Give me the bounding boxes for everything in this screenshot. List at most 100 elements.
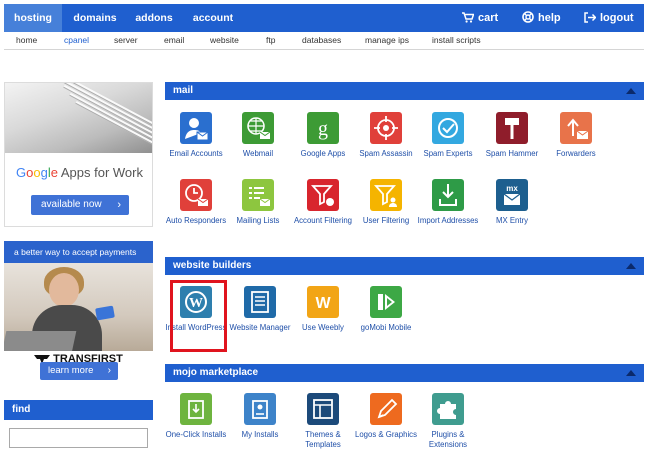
crosshair-icon bbox=[370, 112, 402, 144]
google-logo: Google bbox=[16, 165, 58, 180]
nav-hosting[interactable]: hosting bbox=[4, 4, 62, 32]
paper-stack-image bbox=[5, 83, 152, 160]
website-builders-section-title: website builders bbox=[173, 260, 252, 271]
gomobi-icon bbox=[370, 286, 402, 318]
tile-mailing-lists[interactable]: Mailing Lists bbox=[227, 179, 289, 226]
woman-with-card-image bbox=[4, 263, 153, 351]
subnav-ftp[interactable]: ftp bbox=[266, 35, 275, 45]
google-apps-label: Google Apps bbox=[300, 149, 346, 158]
logout-icon bbox=[584, 12, 597, 23]
lifebuoy-icon bbox=[522, 11, 534, 23]
tile-google-apps[interactable]: g Google Apps bbox=[292, 112, 354, 159]
hammer-icon bbox=[496, 112, 528, 144]
website-manager-label: Website Manager bbox=[229, 323, 291, 332]
spam-hammer-label: Spam Hammer bbox=[485, 149, 539, 158]
shield-check-icon bbox=[432, 112, 464, 144]
tile-forwarders[interactable]: Forwarders bbox=[545, 112, 607, 159]
tile-spam-hammer[interactable]: Spam Hammer bbox=[481, 112, 543, 159]
cart-label: cart bbox=[478, 12, 499, 24]
mx-entry-label: MX Entry bbox=[495, 216, 529, 225]
spam-experts-label: Spam Experts bbox=[423, 149, 473, 158]
tile-webmail[interactable]: Webmail bbox=[227, 112, 289, 159]
find-header: find bbox=[4, 400, 153, 420]
installs-list-icon bbox=[244, 393, 276, 425]
collapse-icon[interactable] bbox=[626, 370, 636, 376]
help-link[interactable]: help bbox=[522, 4, 561, 32]
top-nav: hosting domains addons account cart help… bbox=[4, 4, 644, 32]
email-accounts-label: Email Accounts bbox=[169, 149, 223, 158]
tile-import-addresses[interactable]: Import Addresses bbox=[417, 179, 479, 226]
chevron-right-icon: › bbox=[117, 199, 121, 211]
globe-mail-icon bbox=[242, 112, 274, 144]
tile-auto-responders[interactable]: Auto Responders bbox=[165, 179, 227, 226]
available-now-label: available now bbox=[41, 199, 102, 210]
mx-mail-icon: mx bbox=[496, 179, 528, 211]
find-input[interactable] bbox=[9, 428, 148, 448]
website-builders-section-header[interactable]: website builders bbox=[165, 257, 644, 275]
learn-more-button[interactable]: learn more › bbox=[40, 362, 118, 380]
help-label: help bbox=[538, 12, 561, 24]
logout-link[interactable]: logout bbox=[584, 4, 634, 32]
tile-plugins-extensions[interactable]: Plugins & Extensions bbox=[417, 393, 479, 450]
spam-assassin-label: Spam Assassin bbox=[359, 149, 413, 158]
google-apps-headline: Google Apps for Work bbox=[5, 165, 152, 180]
available-now-button[interactable]: available now › bbox=[31, 195, 129, 215]
mojo-marketplace-section-header[interactable]: mojo marketplace bbox=[165, 364, 644, 382]
mojo-marketplace-section-title: mojo marketplace bbox=[173, 367, 259, 378]
svg-text:g: g bbox=[318, 118, 328, 140]
cart-link[interactable]: cart bbox=[462, 4, 498, 32]
google-apps-ad[interactable]: Google Apps for Work available now › bbox=[4, 82, 153, 227]
tile-use-weebly[interactable]: W Use Weebly bbox=[292, 286, 354, 333]
collapse-icon[interactable] bbox=[626, 88, 636, 94]
svg-text:W: W bbox=[315, 295, 331, 312]
forward-arrow-icon bbox=[560, 112, 592, 144]
sub-nav: home cpanel server email website ftp dat… bbox=[4, 32, 644, 50]
my-installs-label: My Installs bbox=[241, 430, 279, 439]
tile-spam-assassin[interactable]: Spam Assassin bbox=[355, 112, 417, 159]
nav-account[interactable]: account bbox=[188, 4, 238, 32]
tile-gomobi-mobile[interactable]: goMobi Mobile bbox=[355, 286, 417, 333]
svg-text:mx: mx bbox=[506, 184, 518, 193]
import-arrow-icon bbox=[432, 179, 464, 211]
logout-label: logout bbox=[600, 12, 634, 24]
nav-addons[interactable]: addons bbox=[130, 4, 178, 32]
subnav-home[interactable]: home bbox=[16, 35, 37, 45]
subnav-databases[interactable]: databases bbox=[302, 35, 341, 45]
subnav-server[interactable]: server bbox=[114, 35, 138, 45]
plugins-extensions-label: Plugins & Extensions bbox=[428, 430, 468, 449]
collapse-icon[interactable] bbox=[626, 263, 636, 269]
tile-user-filtering[interactable]: User Filtering bbox=[355, 179, 417, 226]
subnav-manage-ips[interactable]: manage ips bbox=[365, 35, 409, 45]
learn-more-label: learn more bbox=[48, 365, 94, 376]
subnav-install-scripts[interactable]: install scripts bbox=[432, 35, 481, 45]
tile-mx-entry[interactable]: mx MX Entry bbox=[481, 179, 543, 226]
use-weebly-label: Use Weebly bbox=[302, 323, 344, 332]
pencil-icon bbox=[370, 393, 402, 425]
clock-mail-icon bbox=[180, 179, 212, 211]
nav-domains[interactable]: domains bbox=[68, 4, 122, 32]
tile-themes-templates[interactable]: Themes & Templates bbox=[292, 393, 354, 450]
chevron-right-icon: › bbox=[107, 365, 111, 376]
subnav-email[interactable]: email bbox=[164, 35, 184, 45]
subnav-cpanel[interactable]: cpanel bbox=[64, 35, 89, 45]
tile-website-manager[interactable]: Website Manager bbox=[229, 286, 291, 333]
mail-section-header[interactable]: mail bbox=[165, 82, 644, 100]
tile-spam-experts[interactable]: Spam Experts bbox=[417, 112, 479, 159]
page-layout-icon bbox=[244, 286, 276, 318]
tile-account-filtering[interactable]: Account Filtering bbox=[292, 179, 354, 226]
tile-email-accounts[interactable]: Email Accounts bbox=[165, 112, 227, 159]
account-filtering-label: Account Filtering bbox=[293, 216, 353, 225]
weebly-icon: W bbox=[307, 286, 339, 318]
tile-my-installs[interactable]: My Installs bbox=[229, 393, 291, 440]
user-filtering-label: User Filtering bbox=[362, 216, 410, 225]
puzzle-piece-icon bbox=[432, 393, 464, 425]
one-click-installs-label: One-Click Installs bbox=[165, 430, 227, 439]
themes-templates-label: Themes & Templates bbox=[305, 430, 341, 449]
email-accounts-icon bbox=[180, 112, 212, 144]
logos-graphics-label: Logos & Graphics bbox=[355, 430, 417, 439]
tile-logos-graphics[interactable]: Logos & Graphics bbox=[355, 393, 417, 440]
google-g-icon: g bbox=[307, 112, 339, 144]
tile-one-click-installs[interactable]: One-Click Installs bbox=[165, 393, 227, 440]
funnel-user-icon bbox=[370, 179, 402, 211]
subnav-website[interactable]: website bbox=[210, 35, 239, 45]
